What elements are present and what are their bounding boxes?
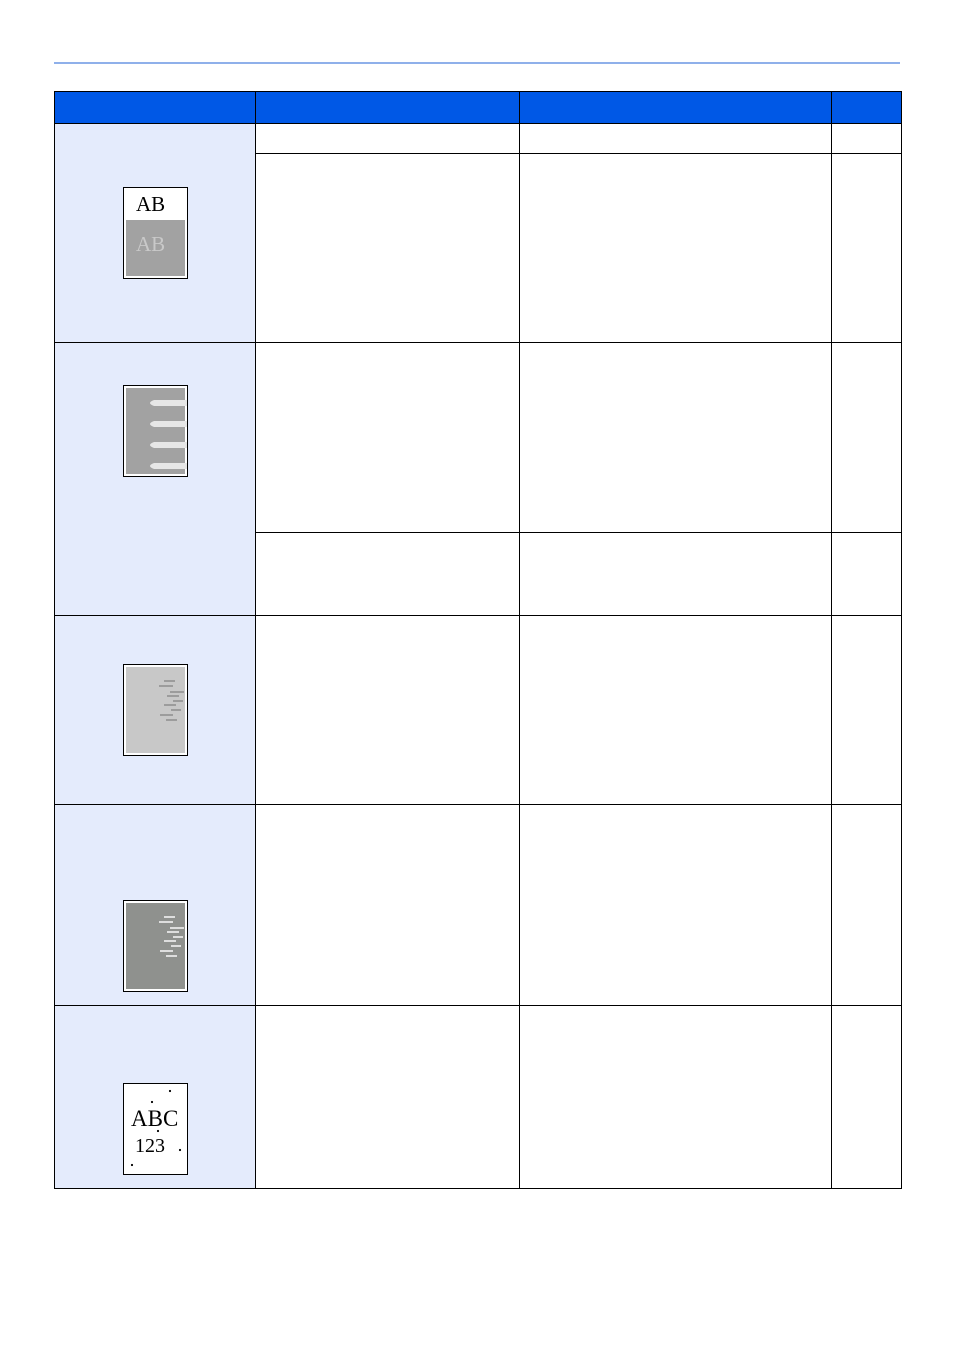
troubleshooting-table: AB AB ABC 123	[54, 91, 902, 1189]
white-streaks-image-icon	[122, 385, 188, 477]
gray-dashes-image-icon	[122, 664, 188, 756]
page-cell	[831, 532, 902, 616]
action-cell	[519, 615, 832, 805]
action-cell	[519, 1005, 832, 1189]
checkpoint-cell	[255, 804, 520, 1006]
table-row: ABC 123	[54, 1005, 902, 1189]
symptom-cell: ABC 123	[54, 1005, 256, 1189]
action-cell	[519, 123, 832, 154]
checkpoint-cell	[255, 532, 520, 616]
symptom-cell	[54, 615, 256, 805]
checkpoint-cell	[255, 123, 520, 154]
action-cell	[519, 153, 832, 343]
image-text-bottom: 123	[135, 1135, 165, 1157]
table-row	[54, 615, 902, 805]
table-row: AB AB	[54, 123, 902, 343]
header-corrective-actions	[519, 91, 832, 124]
symptom-cell: AB AB	[54, 123, 256, 343]
page-cell	[831, 1005, 902, 1189]
checkpoint-cell	[255, 1005, 520, 1189]
page-cell	[831, 804, 902, 1006]
checkpoint-cell	[255, 153, 520, 343]
white-dashes-image-icon	[122, 900, 188, 992]
top-rule	[54, 62, 900, 64]
header-checkpoints	[255, 91, 520, 124]
action-cell	[519, 532, 832, 616]
symptom-cell	[54, 804, 256, 1006]
action-cell	[519, 804, 832, 1006]
page-cell	[831, 615, 902, 805]
table-header-row	[54, 91, 902, 124]
page-cell	[831, 342, 902, 533]
symptom-cell	[54, 342, 256, 616]
image-text-bottom: AB	[136, 232, 165, 256]
image-text-top: ABC	[131, 1106, 178, 1131]
ab-image-icon: AB AB	[122, 187, 188, 279]
table-row	[54, 804, 902, 1006]
checkpoint-cell	[255, 615, 520, 805]
header-reference-page	[831, 91, 902, 124]
page-cell	[831, 123, 902, 154]
header-symptom	[54, 91, 256, 124]
dots-image-icon: ABC 123	[122, 1083, 188, 1175]
page-cell	[831, 153, 902, 343]
action-cell	[519, 342, 832, 533]
image-text-top: AB	[136, 192, 165, 216]
table-row	[54, 342, 902, 616]
checkpoint-cell	[255, 342, 520, 533]
